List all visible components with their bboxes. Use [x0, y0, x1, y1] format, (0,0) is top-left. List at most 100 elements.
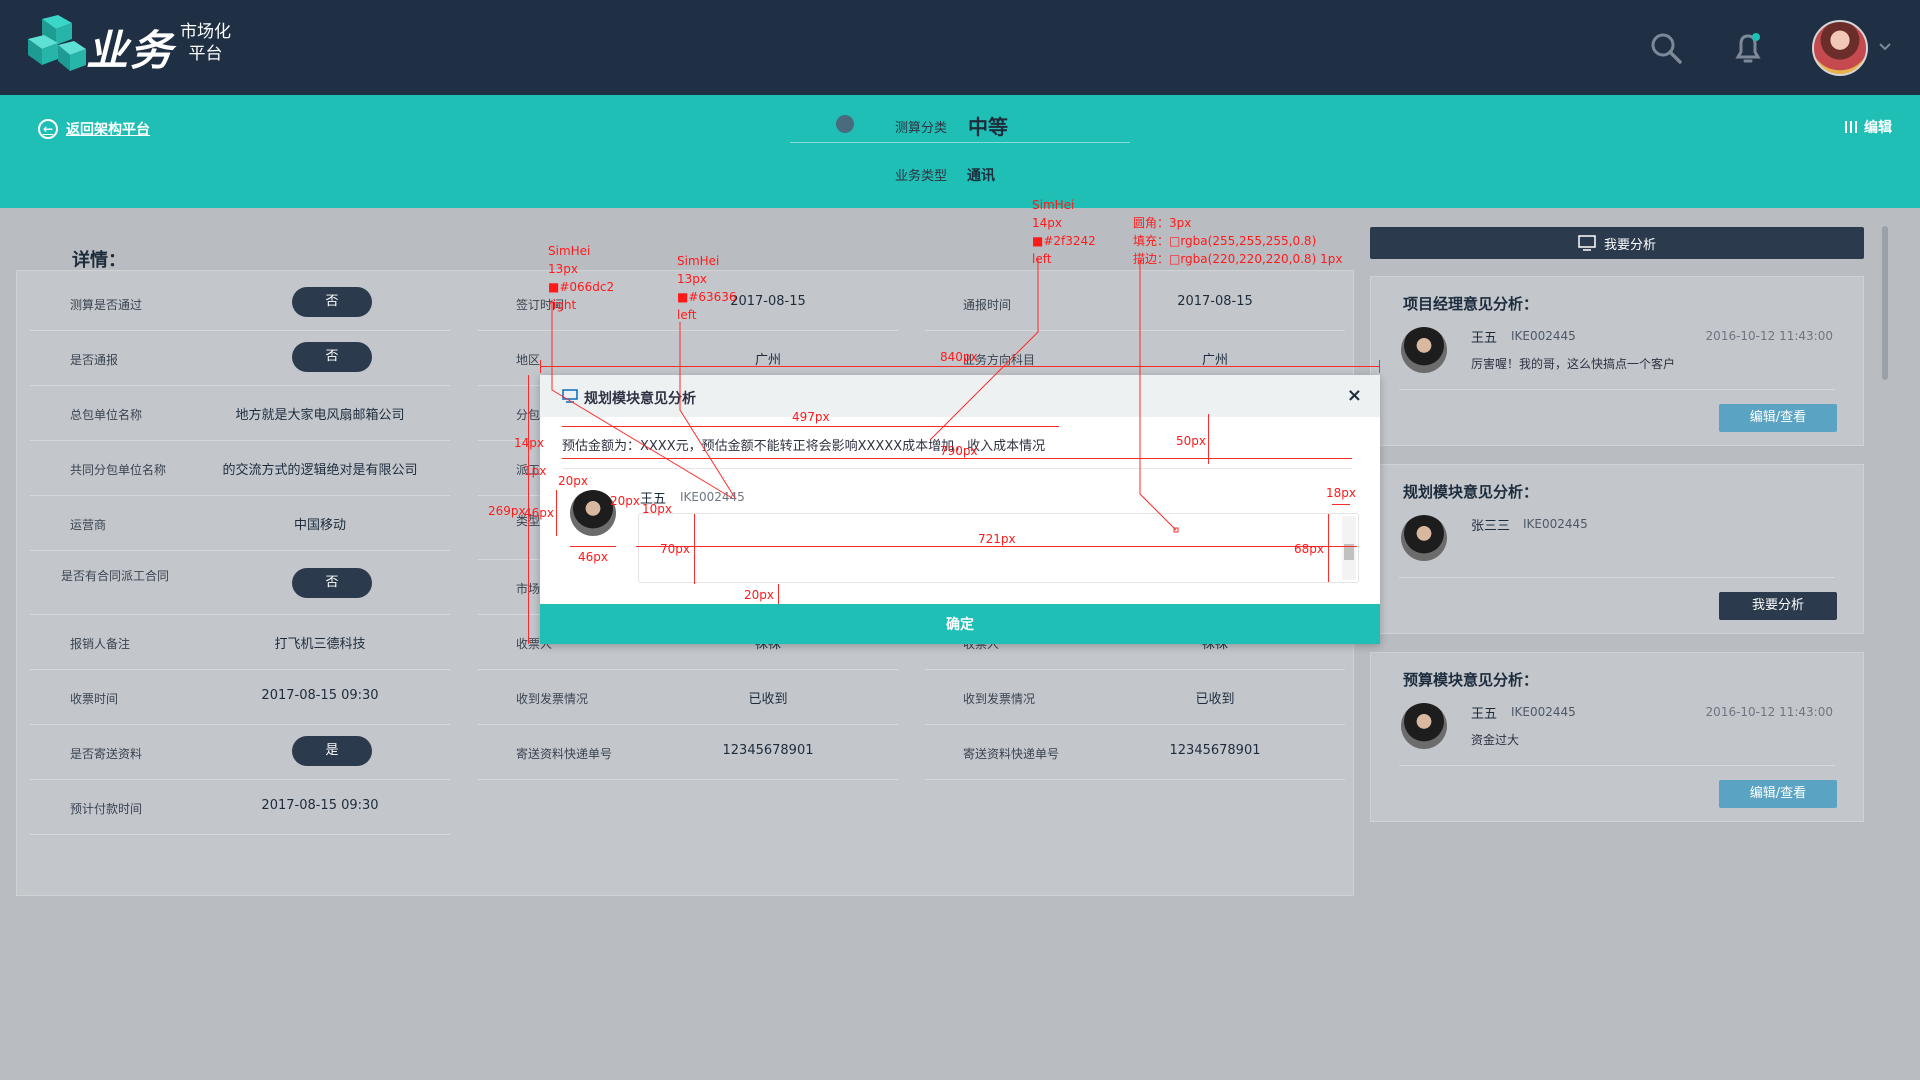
detail-label: 通报时间	[963, 298, 1012, 312]
edit-bars-icon	[1845, 121, 1857, 133]
annotation-color: ■#066dc2	[548, 280, 615, 294]
detail-row: 运营商 中国移动	[30, 496, 450, 551]
detail-row: 收到发票情况 已收到	[925, 670, 1345, 725]
search-icon[interactable]	[1648, 30, 1684, 66]
opinion-time: 2016-10-12 11:43:00	[1705, 705, 1833, 719]
annotation-radius: 圆角：3px	[1133, 216, 1192, 230]
edit-view-button[interactable]: 编辑/查看	[1719, 780, 1837, 808]
detail-label: 寄送资料快递单号	[516, 747, 613, 761]
detail-label: 收到发票情况	[963, 692, 1036, 706]
opinion-author-id: IKE002445	[1511, 705, 1576, 719]
annotation-line	[1332, 504, 1350, 505]
confirm-button[interactable]: 确定	[540, 604, 1380, 644]
analyse-opinion-button[interactable]: 我要分析	[1719, 592, 1837, 620]
bell-icon[interactable]	[1730, 30, 1766, 66]
detail-value: 12345678901	[722, 743, 814, 758]
back-link-label: 返回架构平台	[66, 122, 150, 138]
annotation-font: SimHei	[677, 254, 720, 268]
annotation-dim: 20px	[610, 494, 640, 508]
annotation-line	[1208, 414, 1209, 464]
detail-row: 测算是否通过 否	[30, 276, 450, 331]
opinion-card-budget: 预算模块意见分析： 王五 IKE002445 2016-10-12 11:43:…	[1370, 652, 1864, 822]
annotation-color: ■#2f3242	[1032, 234, 1096, 248]
app-logo[interactable]: 业务 市场化 平台	[28, 15, 258, 77]
annotation-color: ■#63636	[677, 290, 737, 304]
annotation-align: left	[677, 308, 697, 322]
detail-value: 2017-08-15 09:30	[261, 798, 379, 813]
annotation-dim: 46px	[578, 550, 608, 564]
detail-row: 总包单位名称 地方就是大家电风扇邮箱公司	[30, 386, 450, 441]
detail-row: 是否寄送资料 是	[30, 725, 450, 780]
detail-label: 是否寄送资料	[70, 747, 143, 761]
annotation-dim: 721px	[978, 532, 1016, 546]
annotation-dim: 14px	[514, 436, 544, 450]
edit-button[interactable]: 编辑	[1844, 117, 1892, 137]
edit-view-button[interactable]: 编辑/查看	[1719, 404, 1837, 432]
modal-header: 规划模块意见分析 ×	[540, 375, 1380, 417]
detail-label: 寄送资料快递单号	[963, 747, 1060, 761]
monitor-icon	[1578, 235, 1596, 251]
annotation-textarea-style: 圆角：3px 填充：□rgba(255,255,255,0.8) 描边：□rgb…	[1133, 214, 1342, 268]
opinion-title: 规划模块意见分析：	[1403, 483, 1539, 501]
annotation-dim: 50px	[1176, 434, 1206, 448]
annotation-size: 13px	[548, 262, 578, 276]
annotation-spec-1: SimHei 13px ■#066dc2 right	[548, 242, 614, 314]
opinion-author: 王五	[1471, 331, 1498, 346]
status-pill[interactable]: 否	[292, 568, 372, 598]
detail-label: 总包单位名称	[70, 408, 143, 422]
annotation-dim: 70px	[660, 542, 690, 556]
detail-label: 报销人备注	[70, 637, 131, 651]
detail-row: 寄送资料快递单号 12345678901	[478, 725, 898, 780]
status-pill[interactable]: 否	[292, 342, 372, 372]
logo-main-text: 业务	[86, 26, 175, 75]
divider	[1399, 389, 1835, 390]
annotation-line	[570, 546, 616, 547]
detail-label: 运营商	[70, 518, 107, 532]
detail-label: 收到发票情况	[516, 692, 589, 706]
close-icon[interactable]: ×	[1347, 385, 1362, 406]
back-link[interactable]: ← 返回架构平台	[38, 119, 150, 139]
avatar	[1401, 327, 1447, 373]
chevron-down-icon[interactable]	[1878, 40, 1892, 54]
annotation-size: 14px	[1032, 216, 1062, 230]
opinion-text: 资金过大	[1471, 733, 1520, 747]
opinion-author: 张三三	[1471, 519, 1511, 534]
annotation-border: 描边：□rgba(220,220,220,0.8) 1px	[1133, 252, 1343, 266]
status-pill[interactable]: 是	[292, 736, 372, 766]
analyse-button[interactable]: 我要分析	[1370, 227, 1864, 259]
divider	[1399, 765, 1835, 766]
detail-title: 详情：	[72, 250, 126, 271]
opinion-card-pm: 项目经理意见分析： 王五 IKE002445 2016-10-12 11:43:…	[1370, 276, 1864, 446]
detail-row: 报销人备注 打飞机三德科技	[30, 615, 450, 670]
opinion-time: 2016-10-12 11:43:00	[1705, 329, 1833, 343]
arrow-left-icon: ←	[38, 119, 58, 139]
modal-author-id: IKE002445	[680, 490, 745, 504]
annotation-dim: 840px	[940, 350, 978, 364]
annotation-dim: 18px	[1326, 486, 1356, 500]
annotation-dim: 68px	[1294, 542, 1324, 556]
detail-row: 通报时间 2017-08-15	[925, 276, 1345, 331]
detail-value: 12345678901	[1169, 743, 1261, 758]
opinion-textarea[interactable]	[638, 513, 1359, 583]
annotation-font: SimHei	[1032, 198, 1075, 212]
annotation-dim: 269px	[488, 504, 526, 518]
detail-value: 已收到	[748, 692, 788, 707]
detail-value: 的交流方式的逻辑绝对是有限公司	[222, 463, 418, 478]
user-avatar[interactable]	[1812, 20, 1868, 76]
calc-category-value: 中等	[968, 115, 1008, 139]
annotation-align: left	[1032, 252, 1052, 266]
detail-label: 预计付款时间	[70, 802, 143, 816]
annotation-spec-2: SimHei 13px ■#63636 left	[677, 252, 737, 324]
detail-label: 是否通报	[70, 353, 119, 367]
annotation-align: right	[548, 298, 577, 312]
annotation-dim: 10px	[642, 502, 672, 516]
status-pill[interactable]: 否	[292, 287, 372, 317]
analyse-button-label: 我要分析	[1603, 237, 1656, 253]
detail-value: 地方就是大家电风扇邮箱公司	[235, 408, 405, 423]
textarea-scrollbar[interactable]	[1342, 516, 1356, 580]
page-scrollbar[interactable]	[1882, 226, 1888, 380]
annotation-spec-3: SimHei 14px ■#2f3242 left	[1032, 196, 1096, 268]
logo-sub-text: 市场化 平台	[180, 21, 231, 65]
annotation-dim: 497px	[792, 410, 830, 424]
annotation-line	[540, 366, 1380, 367]
